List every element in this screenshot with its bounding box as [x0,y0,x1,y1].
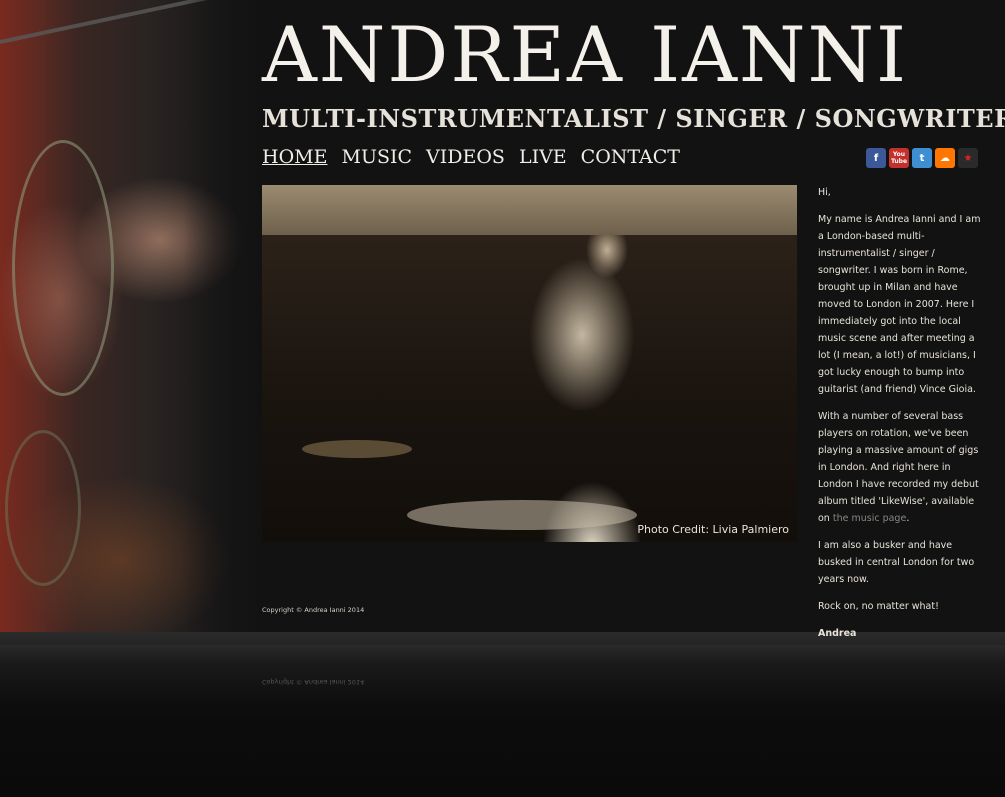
site-title[interactable]: ANDREA IANNI [262,12,992,98]
nav-live[interactable]: LIVE [519,146,567,168]
drum-graphic [407,500,637,530]
copyright-text: Copyright © Andrea Ianni 2014 [262,606,365,614]
nav-music[interactable]: MUSIC [341,146,412,168]
bio-text: Hi, My name is Andrea Ianni and I am a L… [818,184,984,652]
social-links: f You Tube t ☁ ★ [866,148,978,168]
bio-greeting: Hi, [818,187,831,198]
site-subtitle: MULTI-INSTRUMENTALIST / SINGER / SONGWRI… [262,104,1005,133]
copyright-reflection: Copyright © Andrea Ianni 2014 [262,678,365,686]
page-reflection [0,645,1005,797]
reverbnation-icon[interactable]: ★ [958,148,978,168]
main-nav: HOME MUSIC VIDEOS LIVE CONTACT [262,146,680,168]
bio-paragraph-4: Rock on, no matter what! [818,601,939,612]
photo-banner [262,185,797,235]
dreamcatcher-graphic-lower [5,430,81,586]
bio-paragraph-2-text: With a number of several bass players on… [818,411,979,524]
nav-contact[interactable]: CONTACT [581,146,680,168]
soundcloud-icon[interactable]: ☁ [935,148,955,168]
mic-stand-graphic [0,0,265,44]
bio-paragraph-1: My name is Andrea Ianni and I am a Londo… [818,214,981,395]
nav-videos[interactable]: VIDEOS [426,146,505,168]
dreamcatcher-graphic [12,140,114,396]
music-page-link[interactable]: the music page [833,513,906,524]
bio-paragraph-2-end: . [906,513,910,524]
featured-photo: Photo Credit: Livia Palmiero [262,185,797,542]
bio-signature: Andrea [818,628,857,639]
bio-paragraph-3: I am also a busker and have busked in ce… [818,540,975,585]
facebook-icon[interactable]: f [866,148,886,168]
youtube-icon[interactable]: You Tube [889,148,909,168]
photo-credit: Photo Credit: Livia Palmiero [637,523,789,536]
nav-home[interactable]: HOME [262,146,327,168]
twitter-icon[interactable]: t [912,148,932,168]
bio-paragraph-2: With a number of several bass players on… [818,408,984,527]
cymbal-graphic [302,440,412,458]
background-photo [0,0,265,650]
